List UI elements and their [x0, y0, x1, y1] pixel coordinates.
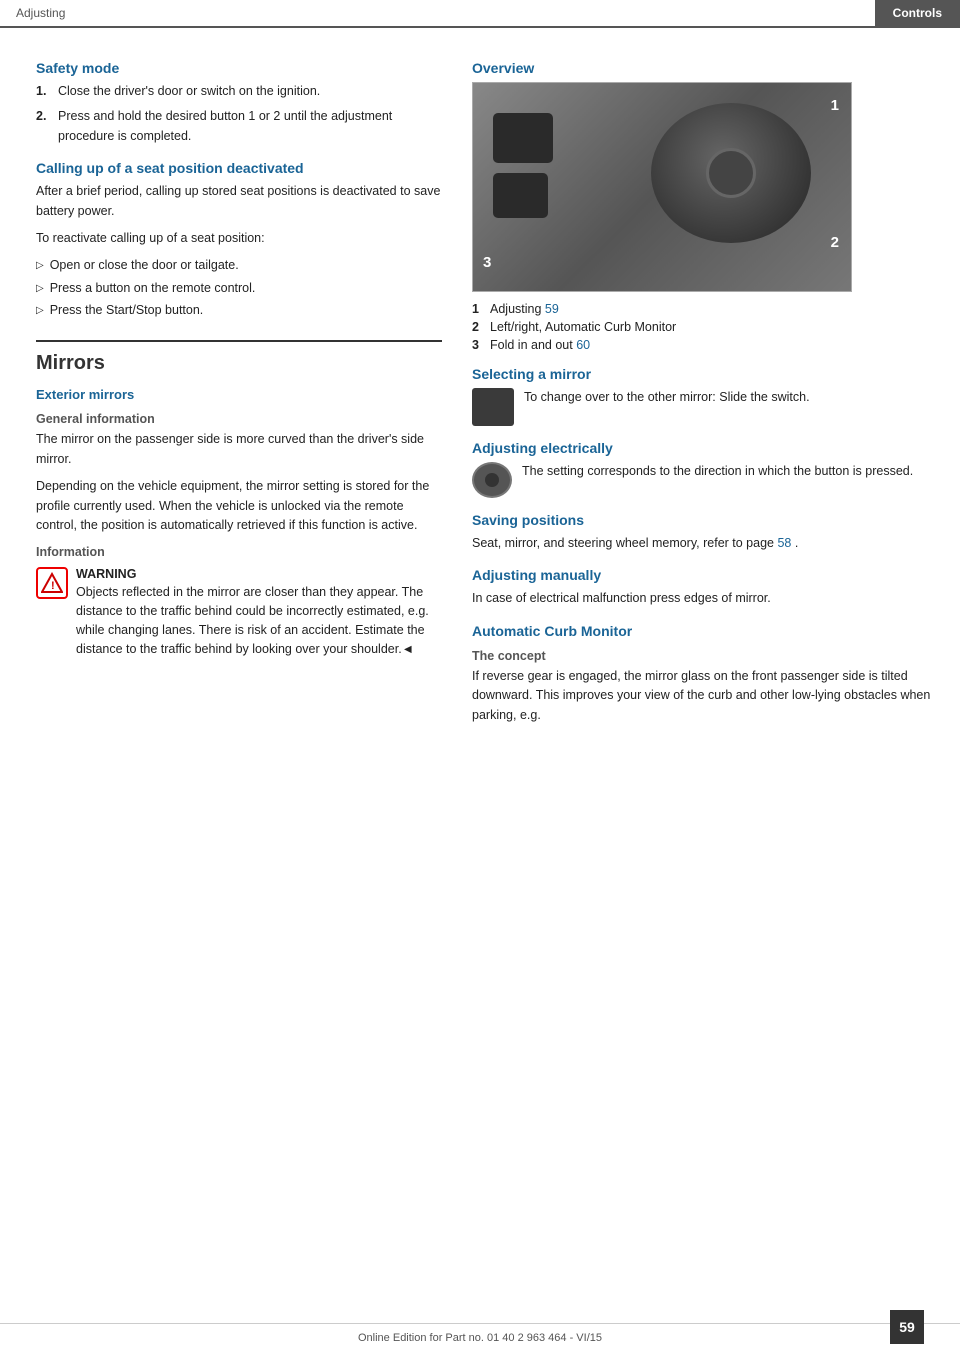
adjusting-manual-text: In case of electrical malfunction press … [472, 589, 936, 608]
main-content: Safety mode 1. Close the driver's door o… [0, 28, 960, 733]
calling-heading: Calling up of a seat position deactivate… [36, 160, 442, 176]
calling-text2: To reactivate calling up of a seat posit… [36, 229, 442, 248]
label-1: 1 [831, 97, 839, 114]
label-2: 2 [831, 234, 839, 251]
step-text-1: Close the driver's door or switch on the… [58, 82, 320, 101]
dial-center [706, 148, 756, 198]
breadcrumb-adjusting: Adjusting [16, 6, 65, 20]
adjusting-elec-row: The setting corresponds to the direction… [472, 462, 936, 498]
selecting-text: To change over to the other mirror: Slid… [524, 388, 810, 407]
calling-bullets: Open or close the door or tailgate. Pres… [36, 256, 442, 320]
mirror-dial-inner [651, 103, 811, 243]
general-info-heading: General information [36, 412, 442, 426]
warning-icon: ! [36, 567, 68, 599]
right-column: Overview 1 2 3 1 Adjusting 59 [460, 46, 960, 733]
overview-item-2: 2 Left/right, Automatic Curb Monitor [472, 320, 936, 334]
adjusting-elec-text: The setting corresponds to the direction… [522, 462, 913, 481]
svg-text:!: ! [51, 580, 55, 592]
overview-items: 1 Adjusting 59 2 Left/right, Automatic C… [472, 302, 936, 352]
mirror-select-icon [472, 388, 514, 426]
overview-heading: Overview [472, 60, 936, 76]
warning-content: WARNING Objects reflected in the mirror … [76, 567, 442, 658]
warning-triangle-icon: ! [41, 572, 63, 594]
page-number: 59 [890, 1310, 924, 1344]
overview-item-3: 3 Fold in and out 60 [472, 338, 936, 352]
step-text-2: Press and hold the desired button 1 or 2… [58, 107, 442, 146]
concept-heading: The concept [472, 649, 936, 663]
breadcrumb-left: Adjusting [0, 0, 875, 26]
saving-text: Seat, mirror, and steering wheel memory,… [472, 534, 936, 553]
warning-title: WARNING [76, 567, 442, 581]
curb-heading: Automatic Curb Monitor [472, 623, 936, 639]
safety-steps-list: 1. Close the driver's door or switch on … [36, 82, 442, 146]
warning-box: ! WARNING Objects reflected in the mirro… [36, 567, 442, 658]
page-header: Adjusting Controls [0, 0, 960, 28]
information-heading: Information [36, 545, 442, 559]
left-column: Safety mode 1. Close the driver's door o… [0, 46, 460, 733]
header-tabs: Controls [875, 0, 960, 26]
calling-text1: After a brief period, calling up stored … [36, 182, 442, 221]
mirror-switch-icon [493, 113, 553, 163]
bullet-2: Press a button on the remote control. [36, 279, 442, 298]
elec-adjust-icon [472, 462, 512, 498]
selecting-heading: Selecting a mirror [472, 366, 936, 382]
adjusting-manual-heading: Adjusting manually [472, 567, 936, 583]
concept-text: If reverse gear is engaged, the mirror g… [472, 667, 936, 725]
adjusting-elec-heading: Adjusting electrically [472, 440, 936, 456]
step-num-1: 1. [36, 82, 58, 101]
mirror-btn2-icon [493, 173, 548, 218]
overview-image: 1 2 3 [472, 82, 852, 292]
overview-item-1: 1 Adjusting 59 [472, 302, 936, 316]
safety-step-2: 2. Press and hold the desired button 1 o… [36, 107, 442, 146]
selecting-row: To change over to the other mirror: Slid… [472, 388, 936, 426]
saving-heading: Saving positions [472, 512, 936, 528]
footer-text: Online Edition for Part no. 01 40 2 963 … [358, 1332, 602, 1344]
general-text2: Depending on the vehicle equipment, the … [36, 477, 442, 535]
step-num-2: 2. [36, 107, 58, 146]
exterior-heading: Exterior mirrors [36, 387, 442, 402]
safety-mode-heading: Safety mode [36, 60, 442, 76]
safety-step-1: 1. Close the driver's door or switch on … [36, 82, 442, 101]
bullet-3: Press the Start/Stop button. [36, 301, 442, 320]
label-3: 3 [483, 254, 491, 271]
footer: Online Edition for Part no. 01 40 2 963 … [0, 1323, 960, 1344]
general-text1: The mirror on the passenger side is more… [36, 430, 442, 469]
elec-adjust-dot [485, 473, 499, 487]
tab-controls[interactable]: Controls [875, 0, 960, 26]
warning-text: Objects reflected in the mirror are clos… [76, 583, 442, 658]
mirrors-heading: Mirrors [36, 340, 442, 375]
overview-image-inner: 1 2 3 [473, 83, 851, 291]
bullet-1: Open or close the door or tailgate. [36, 256, 442, 275]
